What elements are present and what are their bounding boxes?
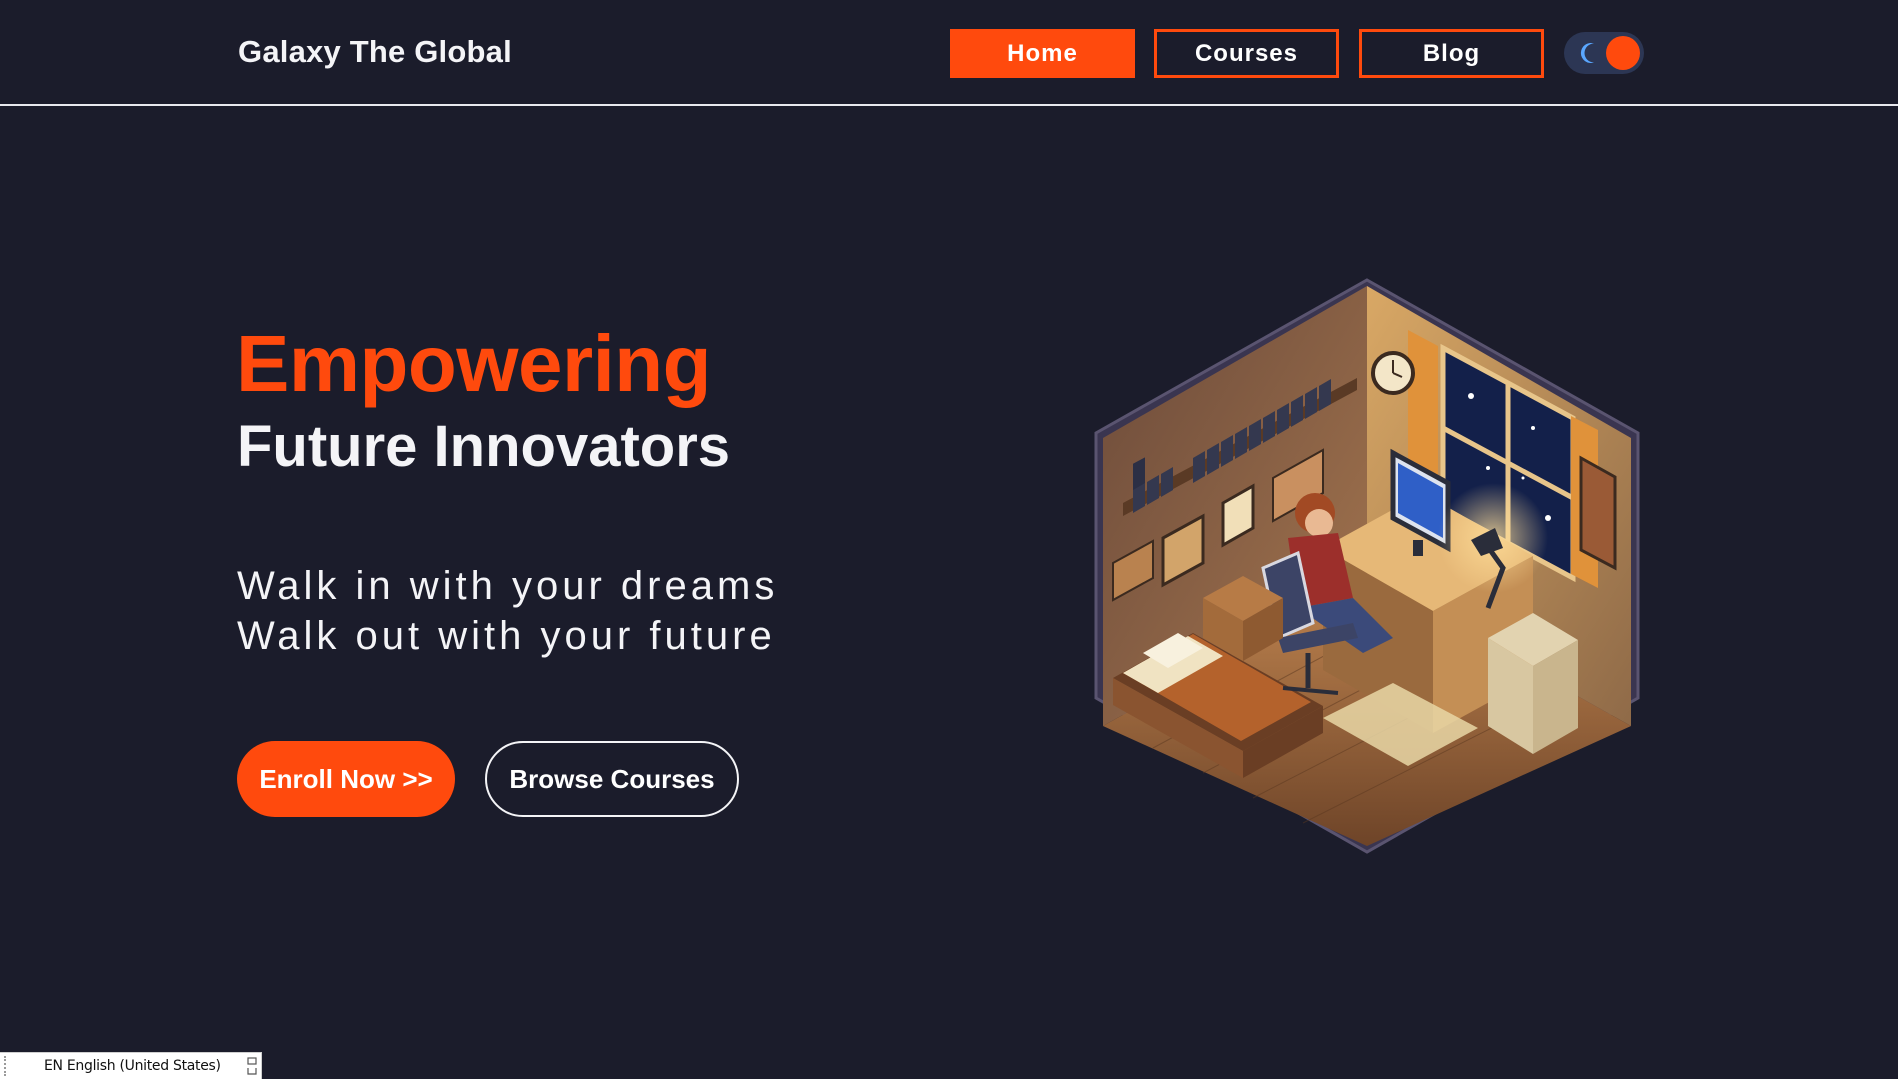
hero-tagline-line-2: Walk out with your future [237,614,776,658]
moon-icon [1580,43,1594,63]
browse-courses-button[interactable]: Browse Courses [485,741,739,817]
site-header: Galaxy The Global Home Courses Blog [0,0,1898,106]
hero-title: Empowering [236,319,712,408]
toggle-knob [1606,36,1640,70]
enroll-now-button[interactable]: Enroll Now >> [237,741,455,817]
language-label[interactable]: EN English (United States) [44,1058,221,1074]
language-bar[interactable]: EN English (United States) [0,1052,262,1079]
grip-handle[interactable] [4,1056,12,1076]
page: Galaxy The Global Home Courses Blog Empo… [0,0,1898,1079]
restore-icon[interactable] [247,1057,257,1075]
nav-blog-button[interactable]: Blog [1359,29,1544,78]
hero-subtitle: Future Innovators [237,414,731,479]
study-room-illustration [1094,278,1640,854]
nav-home-button[interactable]: Home [950,29,1135,78]
theme-toggle[interactable] [1564,32,1644,74]
hero-tagline-line-1: Walk in with your dreams [237,564,779,608]
nav-courses-button[interactable]: Courses [1154,29,1339,78]
brand-logo-text[interactable]: Galaxy The Global [238,34,512,70]
